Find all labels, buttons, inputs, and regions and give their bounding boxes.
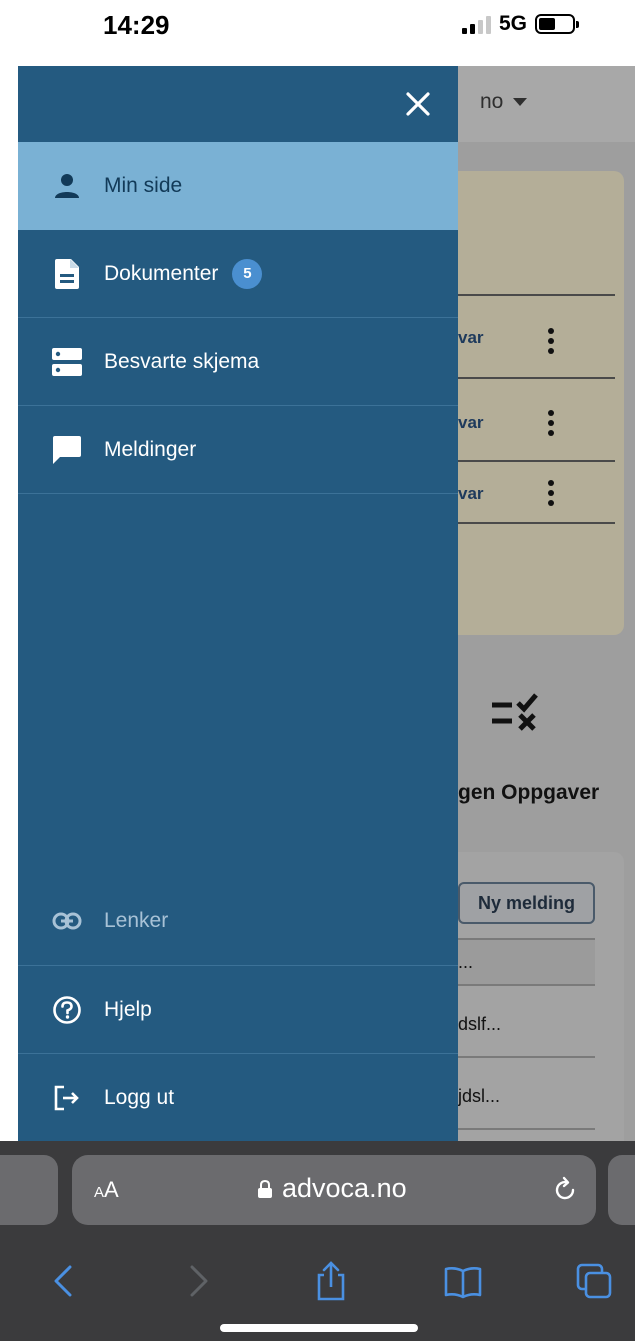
link-icon xyxy=(52,906,82,936)
nav-item-besvarte-skjema[interactable]: Besvarte skjema xyxy=(18,318,458,406)
url-display: advoca.no xyxy=(258,1173,407,1204)
status-time: 14:29 xyxy=(103,10,170,40)
help-icon xyxy=(52,995,82,1025)
message-divider xyxy=(458,984,595,986)
side-drawer: Min side Dokumenter 5 Besvarte skjema Me… xyxy=(18,66,458,1141)
text-size-large-a: A xyxy=(104,1177,119,1202)
forward-icon[interactable] xyxy=(178,1261,218,1301)
row-answer-link[interactable]: var xyxy=(458,328,484,348)
nav-item-hjelp[interactable]: Hjelp xyxy=(18,965,458,1053)
more-vertical-icon[interactable] xyxy=(548,410,554,436)
battery-icon xyxy=(535,14,580,34)
share-icon[interactable] xyxy=(311,1261,351,1301)
nav-item-label: Besvarte skjema xyxy=(104,349,260,373)
person-icon xyxy=(52,171,82,201)
drawer-header xyxy=(18,66,458,142)
row-divider xyxy=(438,294,615,296)
network-type: 5G xyxy=(499,12,528,35)
nav-item-label: Min side xyxy=(104,174,183,197)
message-preview[interactable]: jdsl... xyxy=(458,1086,500,1107)
lock-icon xyxy=(258,1179,272,1198)
nav-item-meldinger[interactable]: Meldinger xyxy=(18,406,458,494)
language-label: no xyxy=(480,90,504,113)
previous-tab-preview[interactable] xyxy=(0,1155,58,1225)
message-row-highlight xyxy=(458,940,595,984)
reload-icon[interactable] xyxy=(550,1175,580,1205)
logout-icon xyxy=(52,1083,82,1113)
address-bar[interactable]: AA advoca.no xyxy=(72,1155,596,1225)
bookmarks-icon[interactable] xyxy=(443,1261,483,1301)
text-size-button[interactable]: AA xyxy=(94,1177,119,1203)
message-preview[interactable]: dslf... xyxy=(458,1014,501,1035)
nav-item-label: Hjelp xyxy=(104,997,152,1021)
next-tab-preview[interactable] xyxy=(608,1155,635,1225)
status-indicators: 5G xyxy=(462,12,580,36)
tasks-empty-title: gen Oppgaver xyxy=(458,781,600,804)
row-divider xyxy=(438,460,615,462)
nav-item-lenker[interactable]: Lenker xyxy=(18,877,458,965)
drawer-bottom-nav: Lenker Hjelp Logg ut xyxy=(18,877,458,1141)
back-icon[interactable] xyxy=(44,1261,84,1301)
document-icon xyxy=(52,258,82,289)
nav-item-label: Meldinger xyxy=(104,437,197,461)
row-divider xyxy=(438,377,615,379)
message-divider xyxy=(458,1056,595,1058)
nav-item-label: Dokumenter xyxy=(104,261,219,285)
home-indicator[interactable] xyxy=(220,1324,418,1332)
new-message-button[interactable]: Ny melding xyxy=(458,882,595,924)
tasks-check-cross-icon xyxy=(492,693,538,731)
language-selector[interactable]: no xyxy=(480,90,528,114)
forms-icon xyxy=(52,347,82,377)
signal-icon xyxy=(462,14,491,34)
message-preview[interactable]: ... xyxy=(458,952,473,973)
text-size-small-a: A xyxy=(94,1184,105,1201)
message-divider xyxy=(458,1128,595,1130)
nav-item-logg-ut[interactable]: Logg ut xyxy=(18,1053,458,1141)
more-vertical-icon[interactable] xyxy=(548,480,554,506)
close-icon[interactable] xyxy=(400,86,436,122)
row-divider xyxy=(438,522,615,524)
chat-icon xyxy=(52,435,82,465)
url-text: advoca.no xyxy=(282,1173,407,1203)
chevron-down-icon xyxy=(513,98,528,106)
nav-item-dokumenter[interactable]: Dokumenter 5 xyxy=(18,230,458,318)
browser-bottom-bar: AA advoca.no xyxy=(0,1141,635,1341)
tabs-icon[interactable] xyxy=(574,1261,614,1301)
tasks-card xyxy=(438,171,624,635)
more-vertical-icon[interactable] xyxy=(548,328,554,354)
count-badge: 5 xyxy=(232,258,263,289)
row-answer-link[interactable]: var xyxy=(458,413,484,433)
status-bar: 14:29 5G xyxy=(0,0,635,66)
nav-item-min-side[interactable]: Min side xyxy=(18,142,458,230)
nav-item-label: Lenker xyxy=(104,909,169,932)
nav-item-label: Logg ut xyxy=(104,1085,175,1109)
row-answer-link[interactable]: var xyxy=(458,484,484,504)
